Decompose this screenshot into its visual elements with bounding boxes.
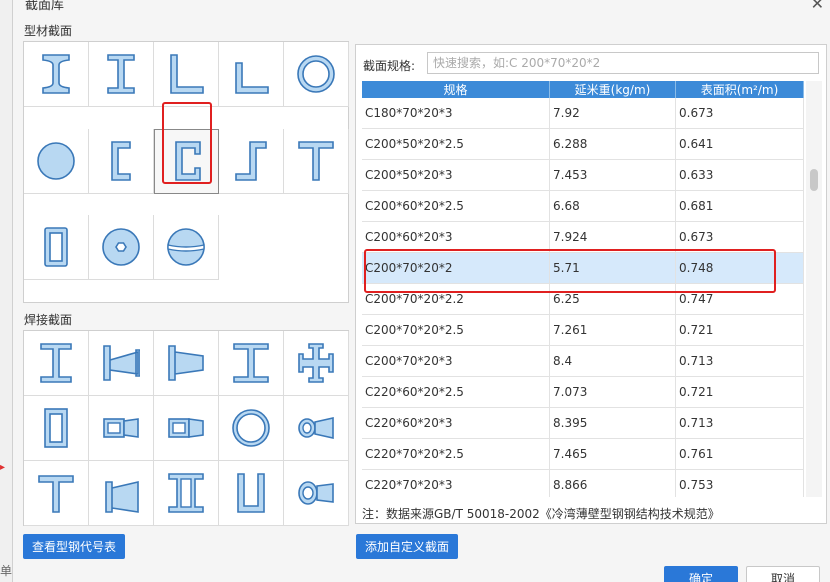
u-section-icon xyxy=(237,473,265,513)
table-row[interactable]: C220*70*20*2.5 7.465 0.761 xyxy=(362,439,804,470)
table-row[interactable]: C200*60*20*3 7.924 0.673 xyxy=(362,222,804,253)
spec-table: 规格 延米重(kg/m) 表面积(m²/m) C180*70*20*3 7.92 0… xyxy=(362,81,804,497)
view-steel-codes-button[interactable]: 查看型钢代号表 xyxy=(23,534,125,559)
pipe-icon xyxy=(297,55,335,93)
tapered-box2-icon xyxy=(168,418,204,438)
header-weight[interactable]: 延米重(kg/m) xyxy=(550,81,676,98)
welded-cell-tapered-box2[interactable] xyxy=(154,396,219,461)
welded-i-icon xyxy=(40,343,72,383)
table-row[interactable]: C200*50*20*3 7.453 0.633 xyxy=(362,160,804,191)
scrollbar-thumb[interactable] xyxy=(810,169,818,191)
i-beam-icon xyxy=(42,54,70,94)
profile-cell-channel[interactable] xyxy=(89,128,154,194)
cancel-button[interactable]: 取消 xyxy=(746,566,820,582)
profile-cell-t-section[interactable] xyxy=(284,128,349,194)
rect-tube-icon xyxy=(44,227,68,268)
z-section-icon xyxy=(235,140,267,181)
tapered-i2-icon xyxy=(168,345,204,381)
profile-cell-h-beam[interactable] xyxy=(89,42,154,107)
spec-search-input[interactable] xyxy=(427,52,819,74)
table-row[interactable]: C180*70*20*3 7.92 0.673 xyxy=(362,98,804,129)
table-row-selected[interactable]: C200*70*20*2 5.71 0.748 xyxy=(362,253,804,284)
round-bar-icon xyxy=(37,141,75,180)
welded-pipe-icon xyxy=(232,409,270,447)
profile-cell-angle[interactable] xyxy=(154,42,219,107)
welded-cell-pipe[interactable] xyxy=(219,396,284,461)
table-scrollbar[interactable] xyxy=(806,81,822,497)
data-source-note: 注：数据来源GB/T 50018-2002《冷湾薄壁型钢钢结构技术规范》 xyxy=(362,507,720,521)
welded-t-icon xyxy=(38,475,74,513)
profile-section-grid xyxy=(23,41,349,303)
tapered-box-icon xyxy=(103,418,139,438)
welded-section-grid xyxy=(23,330,349,526)
split-circle-icon xyxy=(167,228,205,267)
table-row[interactable]: C200*70*20*2.5 7.261 0.721 xyxy=(362,315,804,346)
table-row[interactable]: C220*60*20*3 8.395 0.713 xyxy=(362,408,804,439)
welded-cell-tapered-i2[interactable] xyxy=(154,331,219,396)
header-spec[interactable]: 规格 xyxy=(362,81,550,98)
unequal-angle-icon xyxy=(235,62,269,94)
close-icon[interactable]: ✕ xyxy=(811,0,824,13)
tapered-oval-icon xyxy=(298,481,334,505)
welded-h-icon xyxy=(233,343,269,383)
welded-cell-double-i[interactable] xyxy=(154,461,219,526)
welded-cell-i[interactable] xyxy=(24,331,89,396)
profile-cell-split-circle[interactable] xyxy=(154,215,219,281)
arrow-icon: ▸ xyxy=(0,462,6,473)
table-row[interactable]: C200*70*20*2.2 6.25 0.747 xyxy=(362,284,804,315)
welded-section-label: 焊接截面 xyxy=(24,313,73,327)
tapered-i-icon xyxy=(103,345,140,381)
table-row[interactable]: C200*70*20*3 8.4 0.713 xyxy=(362,346,804,377)
cross-section-icon xyxy=(298,343,334,383)
profile-cell-z-section[interactable] xyxy=(219,128,284,194)
spec-table-panel: 截面规格: 规格 延米重(kg/m) 表面积(m²/m) C180*70*20*… xyxy=(355,44,827,524)
add-custom-section-button[interactable]: 添加自定义截面 xyxy=(356,534,458,559)
welded-cell-cross[interactable] xyxy=(284,331,349,396)
profile-cell-hex-hole[interactable] xyxy=(89,215,154,281)
welded-cell-tapered-t[interactable] xyxy=(89,461,154,526)
channel-icon xyxy=(111,140,131,181)
welded-cell-tapered-pipe[interactable] xyxy=(284,396,349,461)
table-header: 规格 延米重(kg/m) 表面积(m²/m) xyxy=(362,81,804,98)
table-row[interactable]: C220*60*20*2.5 7.073 0.721 xyxy=(362,377,804,408)
ok-button[interactable]: 确定 xyxy=(664,566,738,582)
table-row[interactable]: C200*60*20*2.5 6.68 0.681 xyxy=(362,191,804,222)
profile-cell-i-beam[interactable] xyxy=(24,42,89,107)
profile-cell-unequal-angle[interactable] xyxy=(219,42,284,107)
profile-cell-rect-tube[interactable] xyxy=(24,215,89,281)
tapered-t-icon xyxy=(105,480,139,513)
welded-cell-h[interactable] xyxy=(219,331,284,396)
profile-cell-pipe[interactable] xyxy=(284,42,349,107)
c-section-icon xyxy=(174,141,201,181)
welded-cell-tapered-oval[interactable] xyxy=(284,461,349,526)
table-row[interactable]: C220*70*20*3 8.866 0.753 xyxy=(362,470,804,497)
t-section-icon xyxy=(298,140,334,181)
table-row[interactable]: C200*50*20*2.5 6.288 0.641 xyxy=(362,129,804,160)
profile-cell-c-section[interactable] xyxy=(154,128,219,194)
header-area[interactable]: 表面积(m²/m) xyxy=(676,81,804,98)
welded-box-icon xyxy=(44,408,68,448)
welded-cell-t[interactable] xyxy=(24,461,89,526)
dialog-title: 截面库 xyxy=(25,0,65,13)
welded-cell-tapered-box[interactable] xyxy=(89,396,154,461)
h-beam-icon xyxy=(107,54,135,94)
background-label: 单 xyxy=(0,564,13,578)
profile-cell-round-bar[interactable] xyxy=(24,128,89,194)
welded-cell-box[interactable] xyxy=(24,396,89,461)
welded-cell-tapered-i[interactable] xyxy=(89,331,154,396)
double-i-icon xyxy=(168,473,204,513)
spec-label: 截面规格: xyxy=(363,59,416,73)
tapered-pipe-icon xyxy=(298,417,334,439)
welded-cell-u[interactable] xyxy=(219,461,284,526)
angle-icon xyxy=(170,54,204,94)
profile-section-label: 型材截面 xyxy=(24,24,73,38)
hex-hole-circle-icon xyxy=(102,228,140,267)
